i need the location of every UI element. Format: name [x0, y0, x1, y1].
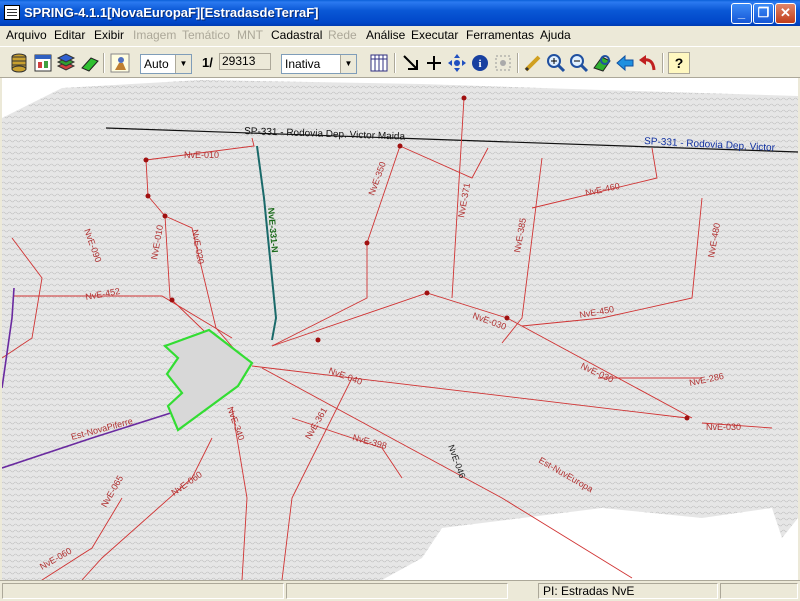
- road-label: NvE-010: [184, 150, 219, 160]
- toolbar-separator: [662, 53, 664, 73]
- app-icon[interactable]: [4, 5, 20, 20]
- menu-analise[interactable]: Análise: [366, 28, 405, 42]
- info-icon[interactable]: i: [469, 52, 491, 74]
- menu-cadastral[interactable]: Cadastral: [271, 28, 322, 42]
- road-label: NvE-030: [706, 422, 741, 432]
- menu-bar: Arquivo Editar Exibir Imagem Temático MN…: [0, 26, 800, 44]
- zoom-area-icon[interactable]: [591, 52, 613, 74]
- menu-imagem[interactable]: Imagem: [133, 28, 176, 42]
- map-canvas[interactable]: SP-331 - Rodovia Dep. Victor Maida SP-33…: [2, 78, 798, 580]
- user-draw-icon[interactable]: [109, 52, 131, 74]
- map-svg[interactable]: SP-331 - Rodovia Dep. Victor Maida SP-33…: [2, 78, 798, 580]
- chevron-down-icon[interactable]: ▼: [175, 55, 191, 73]
- back-arrow-icon[interactable]: [614, 52, 636, 74]
- status-pane-extra: [720, 583, 798, 599]
- svg-text:i: i: [478, 58, 481, 70]
- zoom-out-icon[interactable]: [568, 52, 590, 74]
- layers-icon[interactable]: [55, 52, 77, 74]
- status-bar: PI: Estradas NvE: [0, 580, 800, 601]
- scale-input[interactable]: 29313: [219, 53, 271, 70]
- measure-icon[interactable]: [492, 52, 514, 74]
- menu-arquivo[interactable]: Arquivo: [6, 28, 47, 42]
- zoom-mode-value: Auto: [144, 57, 169, 71]
- project-icon[interactable]: [32, 52, 54, 74]
- crosshair-icon[interactable]: [423, 52, 445, 74]
- pan-icon[interactable]: [446, 52, 468, 74]
- scale-prefix: 1/: [202, 55, 213, 70]
- status-pane-value: [286, 583, 508, 599]
- help-icon[interactable]: ?: [668, 52, 690, 74]
- status-pane-coords: [2, 583, 284, 599]
- status-pane-layer: PI: Estradas NvE: [538, 583, 718, 599]
- toolbar: Auto ▼ 1/ 29313 Inativa ▼ i ?: [0, 46, 800, 78]
- maximize-button[interactable]: ❐: [753, 3, 774, 24]
- zoom-mode-select[interactable]: Auto ▼: [140, 54, 192, 74]
- toolbar-separator: [103, 53, 105, 73]
- minimize-button[interactable]: _: [731, 3, 752, 24]
- database-icon[interactable]: [8, 52, 30, 74]
- menu-editar[interactable]: Editar: [54, 28, 85, 42]
- eraser-icon[interactable]: [79, 52, 101, 74]
- table-icon[interactable]: [368, 52, 390, 74]
- menu-mnt[interactable]: MNT: [237, 28, 263, 42]
- undo-icon[interactable]: [637, 52, 659, 74]
- chevron-down-icon[interactable]: ▼: [340, 55, 356, 73]
- window-title: SPRING-4.1.1[NovaEuropaF][EstradasdeTerr…: [24, 5, 319, 20]
- toolbar-separator: [517, 53, 519, 73]
- menu-rede[interactable]: Rede: [328, 28, 357, 42]
- menu-exibir[interactable]: Exibir: [94, 28, 124, 42]
- menu-ajuda[interactable]: Ajuda: [540, 28, 571, 42]
- layer-mode-value: Inativa: [285, 57, 321, 71]
- zoom-in-icon[interactable]: [545, 52, 567, 74]
- menu-executar[interactable]: Executar: [411, 28, 458, 42]
- cursor-icon[interactable]: [400, 52, 422, 74]
- pencil-icon[interactable]: [522, 52, 544, 74]
- menu-tematico[interactable]: Temático: [182, 28, 230, 42]
- close-button[interactable]: ✕: [775, 3, 796, 24]
- menu-ferramentas[interactable]: Ferramentas: [466, 28, 534, 42]
- terrain-raster: [2, 80, 798, 580]
- help-glyph: ?: [674, 55, 684, 71]
- toolbar-separator: [394, 53, 396, 73]
- layer-mode-select[interactable]: Inativa ▼: [281, 54, 357, 74]
- title-bar: SPRING-4.1.1[NovaEuropaF][EstradasdeTerr…: [0, 0, 800, 26]
